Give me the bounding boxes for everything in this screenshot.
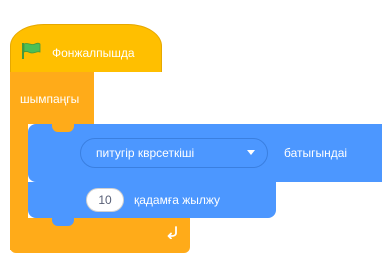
green-flag-icon bbox=[22, 42, 41, 59]
block-notch bbox=[52, 124, 74, 132]
hat-block-label: Фонжалпышда bbox=[52, 46, 135, 60]
block-notch bbox=[52, 218, 74, 226]
sprite-dropdown-label: питугір кврсеткішi bbox=[96, 146, 195, 160]
move-steps-label: қадамға жылжу bbox=[134, 193, 221, 207]
forever-block-bottom bbox=[10, 218, 190, 253]
forever-block-label: шымпаңгы bbox=[20, 92, 80, 106]
dropdown-arrow-icon[interactable] bbox=[246, 149, 256, 157]
loop-arrow-icon bbox=[167, 226, 177, 239]
sprite-block-suffix: батыгындаі bbox=[284, 146, 348, 160]
code-area: Фонжалпышда шымпаңгы питугір кврсеткішi … bbox=[0, 0, 382, 253]
steps-input[interactable]: 10 bbox=[86, 188, 124, 212]
